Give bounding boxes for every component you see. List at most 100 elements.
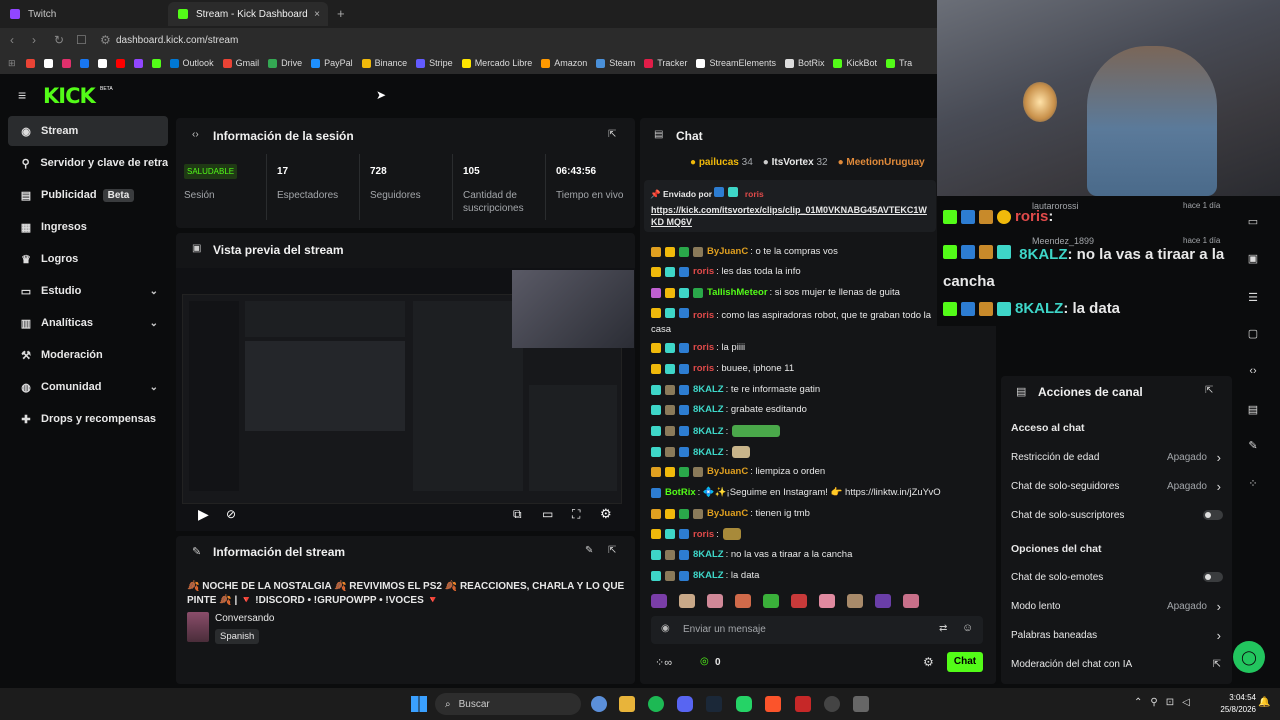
actions-icon[interactable]: ▤ [1240, 396, 1266, 422]
sidebar-item-income[interactable]: ▦ Ingresos [8, 212, 168, 242]
emote-icon[interactable] [763, 594, 779, 608]
bookmark-item[interactable]: Gmail [222, 58, 259, 68]
gifter-item[interactable]: ● MeetionUruguay [838, 157, 925, 168]
pip-icon[interactable]: ⧉ [513, 507, 522, 522]
discord-icon[interactable] [677, 696, 693, 712]
chat-send-button[interactable]: Chat [947, 652, 983, 672]
chat-username[interactable]: 8KALZ [693, 570, 724, 581]
bookmark-item[interactable]: StreamElements [696, 58, 776, 68]
mute-icon[interactable]: ⊘ [226, 507, 236, 521]
brave-icon[interactable] [765, 696, 781, 712]
chat-username[interactable]: ByJuanC [707, 508, 748, 519]
gifter-item[interactable]: ● ItsVortex 32 [763, 157, 828, 168]
bookmark-star-icon[interactable]: ☐ [76, 33, 87, 47]
quick-action-icon[interactable]: ▣ [1240, 245, 1266, 271]
popout-icon[interactable]: ⇱ [608, 129, 616, 140]
toggle-switch[interactable] [1203, 572, 1223, 582]
sidebar-item-analytics[interactable]: ▥ Analíticas ⌄ [8, 308, 168, 338]
url-input[interactable]: dashboard.kick.com/stream [116, 35, 238, 46]
sidebar-item-ads[interactable]: ▤ Publicidad Beta [8, 180, 168, 210]
new-tab-button[interactable]: + [337, 6, 345, 21]
kick-logo[interactable]: KICK [43, 84, 96, 108]
translate-icon[interactable]: ⇄ [939, 623, 947, 634]
bookmark-item[interactable]: PayPal [311, 58, 353, 68]
bookmark-item[interactable]: Outlook [169, 58, 214, 68]
channel-action-row[interactable]: Modo lento Apagado › [1011, 599, 1223, 614]
notification-bell-icon[interactable]: 🔔 [1258, 697, 1270, 708]
app-icon[interactable] [795, 696, 811, 712]
gifter-item[interactable]: ● pailucas 34 [690, 157, 753, 168]
close-tab-icon[interactable]: × [314, 9, 320, 20]
bookmark-item[interactable] [43, 58, 53, 68]
emote-icon[interactable] [651, 594, 667, 608]
emote-icon[interactable] [707, 594, 723, 608]
bookmark-item[interactable] [97, 58, 107, 68]
emote-icon[interactable] [679, 594, 695, 608]
bookmark-item[interactable]: Tra [886, 58, 912, 68]
spotify-icon[interactable] [648, 696, 664, 712]
site-info-icon[interactable]: ⚙ [100, 33, 111, 47]
chat-users-icon[interactable]: ⁘∞ [655, 656, 672, 669]
bookmark-item[interactable]: Tracker [644, 58, 687, 68]
emote-icon[interactable] [875, 594, 891, 608]
chat-username[interactable]: ByJuanC [707, 246, 748, 257]
bookmark-item[interactable]: Stripe [416, 58, 453, 68]
obs-icon[interactable] [824, 696, 840, 712]
emote-icon[interactable] [735, 594, 751, 608]
channel-action-row[interactable]: Chat de solo-suscriptores [1011, 508, 1223, 522]
sidebar-item-drops[interactable]: ✚ Drops y recompensas [8, 404, 168, 434]
stream-preview-video[interactable]: ▶ ⊘ ⧉ ▭ ⛶ ⚙ [176, 268, 635, 531]
settings-gear-icon[interactable]: ⚙ [600, 506, 612, 522]
sidebar-item-community[interactable]: ◍ Comunidad ⌄ [8, 372, 168, 402]
channel-action-row[interactable]: Palabras baneadas › [1011, 628, 1223, 643]
reload-icon[interactable]: ↻ [54, 33, 64, 47]
emote-icon[interactable] [819, 594, 835, 608]
bookmark-item[interactable] [61, 58, 71, 68]
bookmark-item[interactable]: KickBot [833, 58, 877, 68]
settings-app-icon[interactable] [591, 696, 607, 712]
help-chat-button[interactable]: ◯ [1233, 641, 1265, 673]
forward-icon[interactable]: › [32, 33, 42, 47]
channel-action-row[interactable]: Restricción de edad Apagado › [1011, 450, 1223, 465]
chat-settings-icon[interactable]: ⚙ [923, 655, 934, 669]
bookmark-item[interactable]: Mercado Libre [461, 58, 532, 68]
edit-icon[interactable]: ✎ [585, 545, 593, 556]
file-explorer-icon[interactable] [619, 696, 635, 712]
channel-action-row[interactable]: Chat de solo-seguidores Apagado › [1011, 479, 1223, 494]
chat-username[interactable]: roris [693, 342, 714, 353]
calendar-app-icon[interactable] [853, 696, 869, 712]
play-icon[interactable]: ▶ [198, 506, 209, 523]
chat-username[interactable]: TallishMeteor [707, 287, 768, 298]
fullscreen-icon[interactable]: ⛶ [572, 507, 580, 522]
bookmark-item[interactable] [115, 58, 125, 68]
chat-username[interactable]: ByJuanC [707, 466, 748, 477]
users-icon[interactable]: ⁘ [1240, 470, 1266, 496]
tray-icons[interactable]: ⌃⚲⊡◁ [1134, 697, 1198, 708]
sidebar-item-studio[interactable]: ▭ Estudio ⌄ [8, 276, 168, 306]
chat-username[interactable]: 8KALZ [693, 404, 724, 415]
bookmark-item[interactable]: Amazon [541, 58, 587, 68]
clock-time[interactable]: 3:04:54 [1216, 693, 1256, 702]
chat-username[interactable]: 8KALZ [693, 426, 724, 437]
chat-username[interactable]: roris [693, 363, 714, 374]
steam-icon[interactable] [706, 696, 722, 712]
whatsapp-icon[interactable] [736, 696, 752, 712]
emoji-icon[interactable]: ☺ [962, 622, 973, 634]
chat-username[interactable]: 8KALZ [693, 447, 724, 458]
hamburger-menu-icon[interactable]: ≡ [18, 87, 26, 103]
chat-input[interactable]: ◉ Enviar un mensaje ⇄ ☺ [651, 616, 983, 644]
bookmark-item[interactable] [79, 58, 89, 68]
wrench-icon[interactable]: ✎ [1240, 432, 1266, 458]
category-name[interactable]: Conversando [215, 613, 274, 624]
chat-username[interactable]: 8KALZ [693, 384, 724, 395]
windows-start-icon[interactable] [411, 696, 427, 712]
bookmark-item[interactable] [133, 58, 143, 68]
sidebar-item-moderation[interactable]: ⚒ Moderación [8, 340, 168, 370]
emote-icon[interactable] [847, 594, 863, 608]
tab-kick-dashboard[interactable]: Stream - Kick Dashboard × [168, 2, 328, 26]
bookmark-item[interactable]: Drive [268, 58, 302, 68]
sidebar-item-stream[interactable]: ◉ Stream [8, 116, 168, 146]
taskbar-search[interactable]: ⌕ Buscar [435, 693, 581, 715]
emote-icon[interactable] [903, 594, 919, 608]
chat-username[interactable]: roris [693, 266, 714, 277]
